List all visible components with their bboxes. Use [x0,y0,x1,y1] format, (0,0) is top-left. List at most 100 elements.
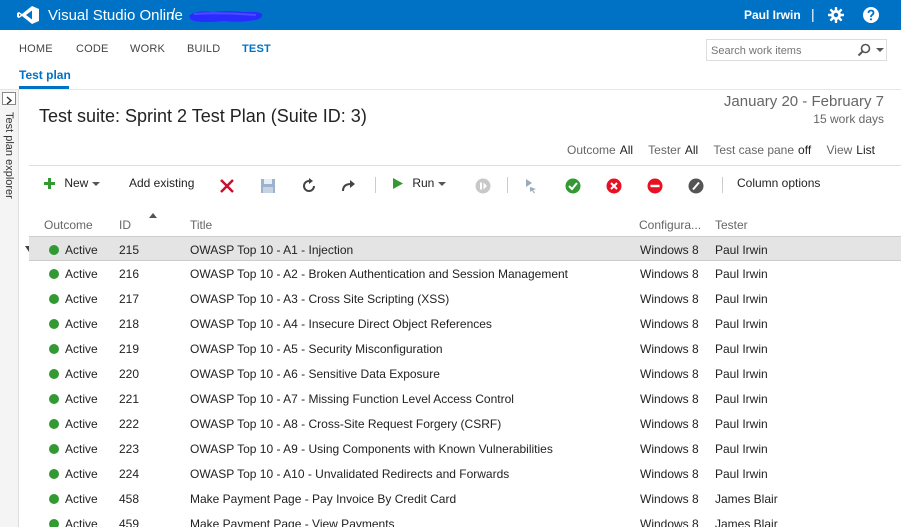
cell-outcome: Active [65,517,98,527]
outcome-status-icon [49,494,59,504]
cell-tester: James Blair [715,492,778,506]
table-row[interactable]: Active 216 OWASP Top 10 - A2 - Broken Auth… [29,261,901,286]
not-applicable-icon[interactable] [688,178,704,194]
cell-configuration: Windows 8 [640,243,699,257]
run-button-label: Run [412,176,435,190]
run-with-options-icon[interactable] [523,178,539,194]
outcome-filter-value: All [619,143,634,157]
chevron-right-icon [6,96,13,105]
gear-icon[interactable] [828,7,844,23]
table-row[interactable]: Active 224 OWASP Top 10 - A10 - Unvalidate… [29,461,901,486]
visual-studio-logo-icon[interactable] [17,6,39,24]
cell-title: OWASP Top 10 - A3 - Cross Site Scripting… [190,292,450,306]
cell-configuration: Windows 8 [640,367,699,381]
table-row[interactable]: Active 221 OWASP Top 10 - A7 - Missing Fun… [29,386,901,411]
blocked-icon[interactable] [647,178,663,194]
table-row[interactable]: Active 217 OWASP Top 10 - A3 - Cross Site … [29,286,901,311]
toolbar-separator [722,177,723,193]
cell-tester: Paul Irwin [715,392,768,406]
cell-configuration: Windows 8 [640,267,699,281]
page-title: Test suite: Sprint 2 Test Plan (Suite ID… [39,106,367,126]
table-row[interactable]: Active 223 OWASP Top 10 - A9 - Using Compo… [29,436,901,461]
outcome-filter[interactable]: Outcome All [567,143,633,157]
tab-home[interactable]: HOME [19,43,53,55]
cell-configuration: Windows 8 [640,492,699,506]
toolbar-separator [375,177,376,193]
outcome-status-icon [49,319,59,329]
tester-filter[interactable]: Tester All [648,143,698,157]
tab-build[interactable]: BUILD [187,43,220,55]
cell-id: 220 [119,367,140,381]
filter-bar: Outcome All Tester All Test case pane off V… [567,143,887,157]
cell-title: OWASP Top 10 - A1 - Injection [190,243,354,257]
cell-outcome: Active [65,342,98,356]
cell-tester: Paul Irwin [715,367,768,381]
cell-id: 219 [119,342,140,356]
column-header-id[interactable]: ID [119,218,131,232]
new-button[interactable]: New [44,176,100,190]
cell-title: OWASP Top 10 - A4 - Insecure Direct Obje… [190,317,492,331]
pane-filter-label: Test case pane [713,143,795,157]
test-case-pane-filter[interactable]: Test case pane off [713,143,811,157]
tester-filter-value: All [684,143,699,157]
add-existing-button[interactable]: Add existing [129,176,194,190]
table-row[interactable]: Active 218 OWASP Top 10 - A4 - Insecure Di… [29,311,901,336]
help-icon[interactable] [863,7,879,23]
table-row[interactable]: Active 215 OWASP Top 10 - A1 - Injection Wi… [29,236,901,261]
explorer-label-wrap[interactable]: Test plan explorer [2,112,17,232]
cell-id: 216 [119,267,140,281]
active-subtab-indicator [19,86,69,89]
table-row[interactable]: Active 458 Make Payment Page - Pay Invoice… [29,486,901,511]
column-options-button[interactable]: Column options [737,176,820,190]
table-row[interactable]: Active 220 OWASP Top 10 - A6 - Sensitive D… [29,361,901,386]
tab-code[interactable]: CODE [76,43,109,55]
redacted-project-name [189,11,263,22]
toolbar: New Add existing Run Column options [29,165,901,205]
grid-header: Outcome ID Title Configura... Tester [29,212,901,236]
chevron-down-icon[interactable] [876,46,884,54]
cell-configuration: Windows 8 [640,442,699,456]
cell-tester: Paul Irwin [715,317,768,331]
fail-icon[interactable] [606,178,622,194]
resume-icon[interactable] [475,178,491,194]
cell-outcome: Active [65,292,98,306]
expand-explorer-button[interactable] [2,92,16,105]
outcome-status-icon [49,294,59,304]
brand-name[interactable]: Visual Studio Online [48,7,183,24]
pass-icon[interactable] [565,178,581,194]
top-bar: Visual Studio Online / Paul Irwin | [0,0,901,30]
column-header-title[interactable]: Title [190,218,212,232]
delete-icon[interactable] [219,178,235,194]
outcome-status-icon [49,369,59,379]
save-icon[interactable] [260,178,276,194]
refresh-icon[interactable] [301,178,317,194]
view-filter-value: List [856,143,875,157]
cell-configuration: Windows 8 [640,342,699,356]
cell-configuration: Windows 8 [640,417,699,431]
column-header-tester[interactable]: Tester [715,218,748,232]
tab-work[interactable]: WORK [130,43,165,55]
column-header-outcome[interactable]: Outcome [44,218,93,232]
search-input[interactable] [711,43,851,58]
tab-test[interactable]: TEST [242,43,271,55]
table-row[interactable]: Active 219 OWASP Top 10 - A5 - Security Mi… [29,336,901,361]
work-days-count: 15 work days [813,112,884,126]
pane-filter-value: off [798,143,812,157]
user-name[interactable]: Paul Irwin [744,8,801,22]
cell-id: 458 [119,492,140,506]
cell-tester: Paul Irwin [715,442,768,456]
cell-title: OWASP Top 10 - A2 - Broken Authenticatio… [190,267,569,281]
view-filter[interactable]: View List [827,143,875,157]
tab-test-plan[interactable]: Test plan [19,68,71,82]
search-icon[interactable] [857,43,871,57]
redo-arrow-icon[interactable] [341,178,357,194]
run-button[interactable]: Run [393,176,446,190]
table-row[interactable]: Active 459 Make Payment Page - View Paymen… [29,511,901,527]
column-header-configuration[interactable]: Configura... [639,218,701,232]
view-filter-label: View [826,143,853,157]
table-row[interactable]: Active 222 OWASP Top 10 - A8 - Cross-Site … [29,411,901,436]
cell-id: 224 [119,467,140,481]
outcome-filter-label: Outcome [567,143,616,157]
outcome-status-icon [49,344,59,354]
outcome-status-icon [49,394,59,404]
